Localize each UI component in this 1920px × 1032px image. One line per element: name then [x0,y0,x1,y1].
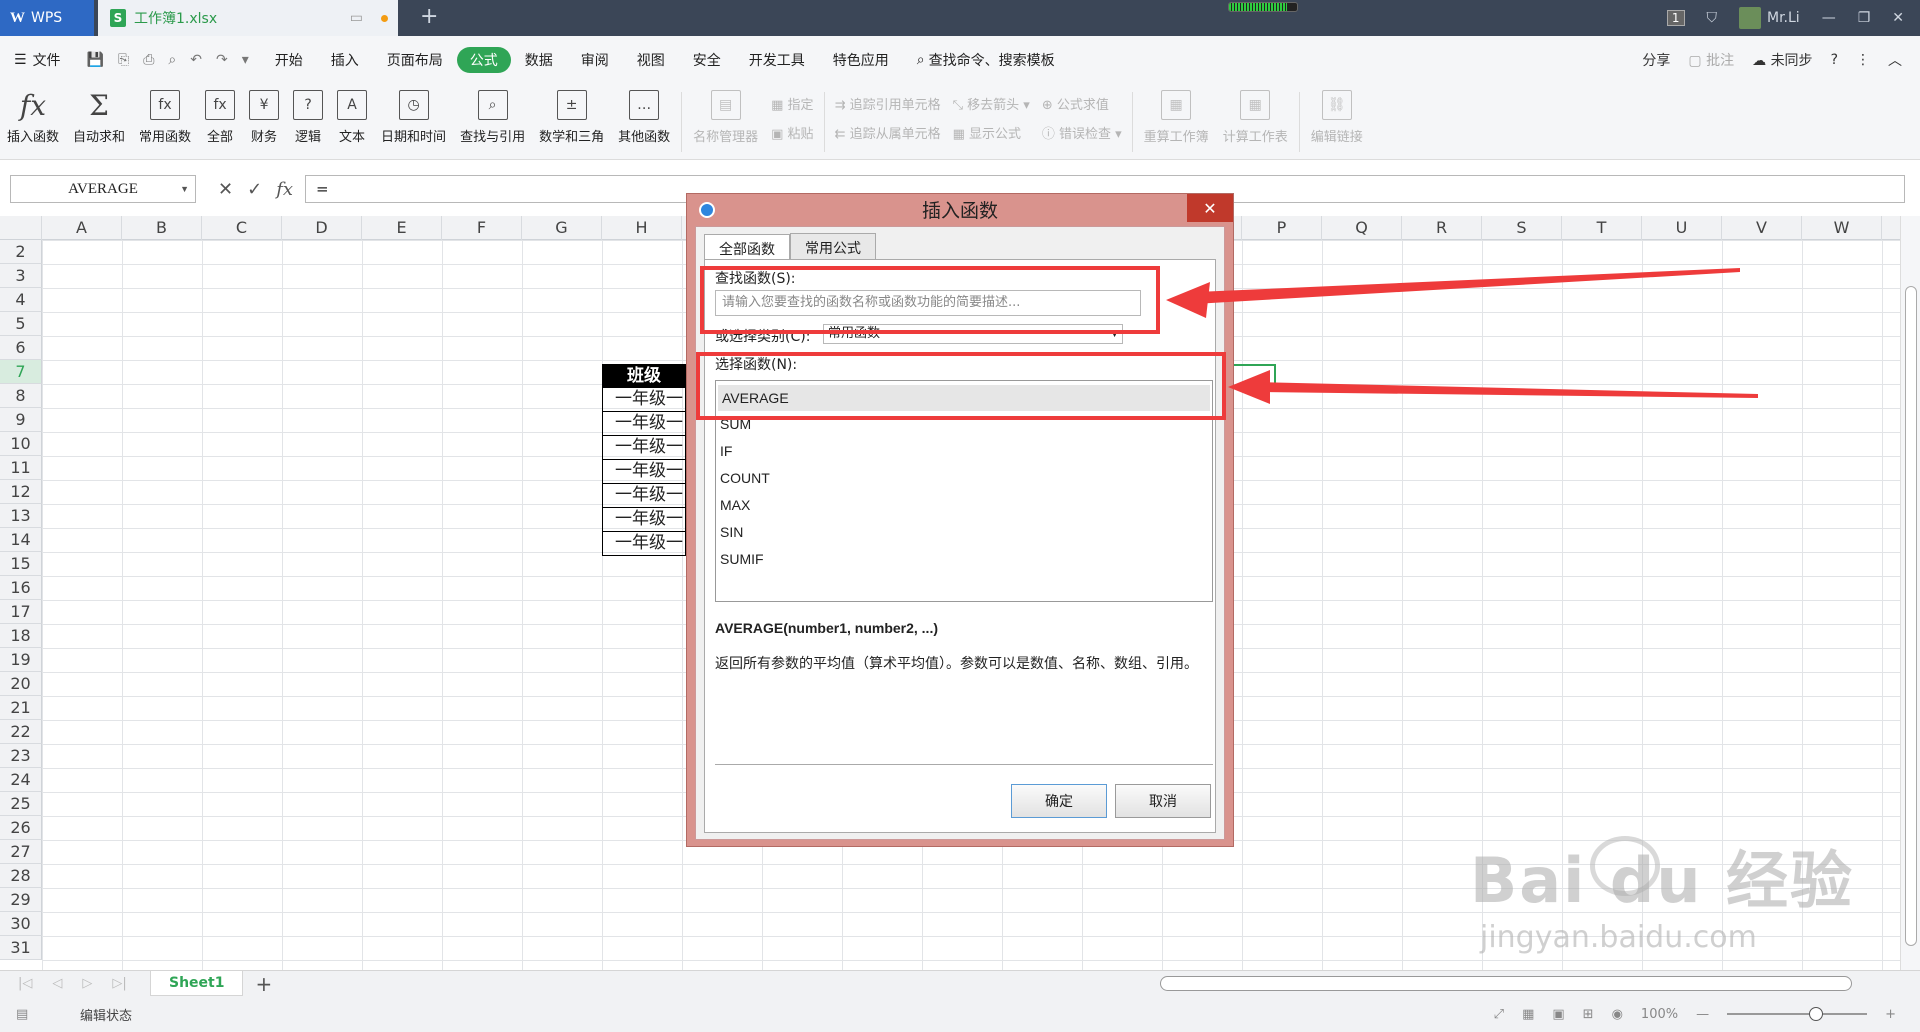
arrow-head-top [1166,282,1210,318]
arrow-head-bottom [1228,370,1270,404]
watermark-url: jingyan.baidu.com [1480,920,1757,955]
arrow-shaft-bottom [1256,382,1758,398]
watermark-brand: Bai du 经验 [1470,844,1855,917]
baidu-watermark: Bai du 经验 jingyan.baidu.com [1470,830,1854,955]
arrow-shaft-top [1194,268,1740,304]
